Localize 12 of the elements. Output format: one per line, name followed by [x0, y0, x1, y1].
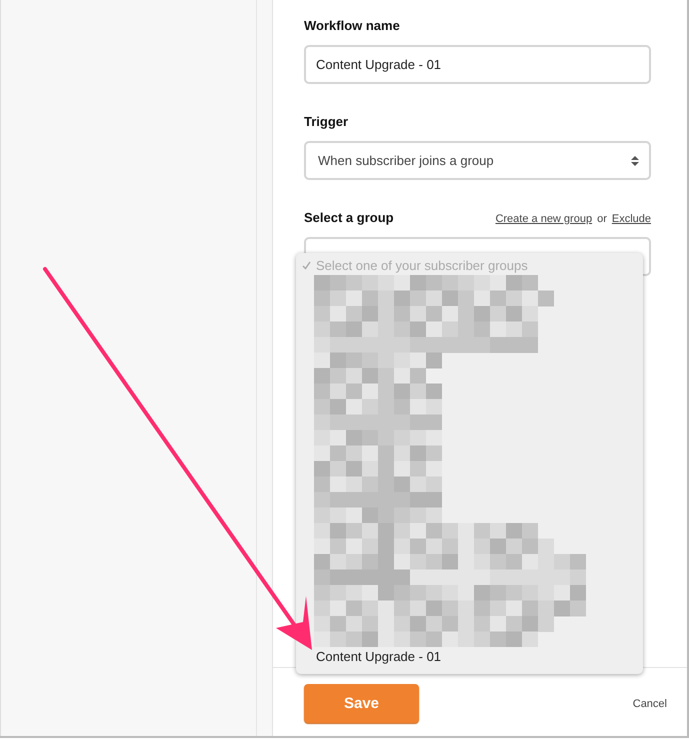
- updown-icon: [631, 154, 639, 166]
- dropdown-option[interactable]: Content Upgrade - 01: [302, 647, 643, 666]
- field-label: Select a group: [304, 210, 394, 225]
- cancel-link[interactable]: Cancel: [632, 698, 667, 710]
- checkmark-icon: [302, 261, 311, 270]
- separator-text: or: [597, 213, 607, 225]
- workflow-name-field[interactable]: Content Upgrade - 01: [304, 45, 651, 84]
- trigger-select[interactable]: When subscriber joins a group: [304, 141, 651, 180]
- field-label: Trigger: [304, 114, 350, 129]
- exclude-link[interactable]: Exclude: [612, 213, 651, 225]
- field-label: Workflow name: [304, 18, 401, 33]
- create-group-link[interactable]: Create a new group: [495, 213, 592, 225]
